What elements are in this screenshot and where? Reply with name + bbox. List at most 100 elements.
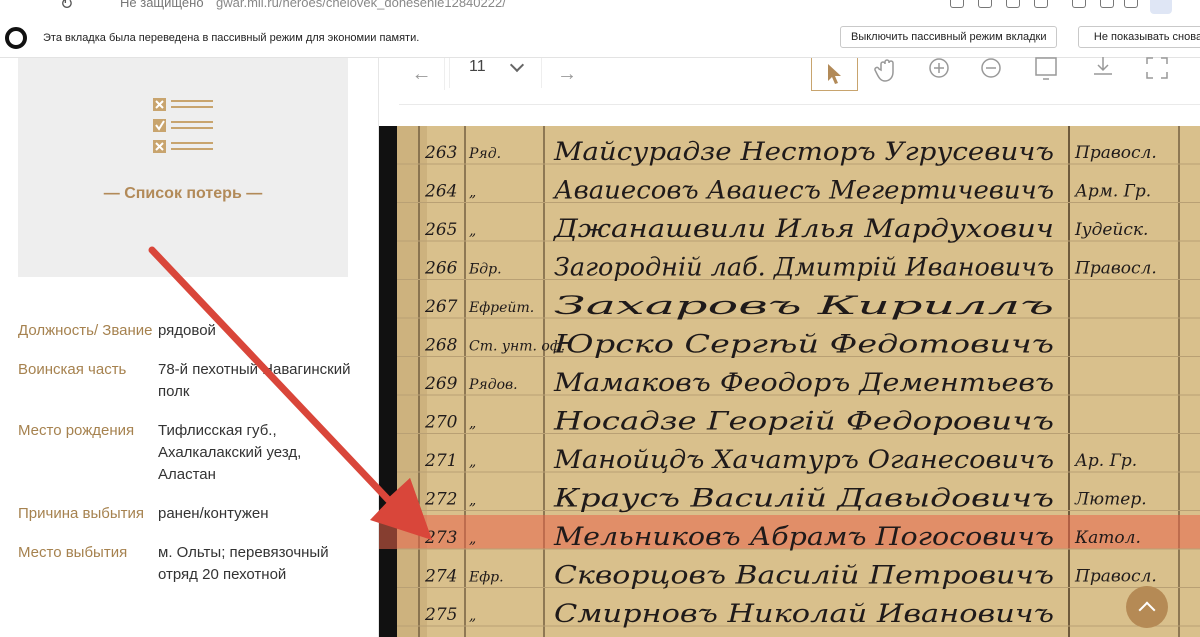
scan-row-rank: „ [469, 608, 476, 624]
scan-row-number: 265 [424, 220, 457, 240]
scan-row-name: Мамаковъ Феодоръ Дементьевъ [553, 368, 1054, 397]
scan-row-name: Аваиесовъ Аваиесъ Мегертичевичъ [552, 176, 1054, 205]
next-icon[interactable]: → [544, 58, 590, 90]
info-label: Должность/ Звание [18, 322, 153, 339]
document-viewer: ← 11 → 263 Ряд. Майсурадзе Несторъ Угрус… [378, 55, 1200, 637]
security-status[interactable]: Не защищено [120, 0, 204, 10]
scan-row-rank: Ряд. [468, 146, 501, 162]
scan-row-name: Краусъ Василій Давыдовичъ [553, 484, 1054, 513]
info-row-place: Место выбытия м. Ольты; перевязочный отр… [18, 542, 358, 586]
browser-address-strip: ↻ Не защищено gwar.mil.ru/heroes/chelove… [0, 0, 1200, 18]
toolbar-divider [399, 104, 1200, 105]
extension-icon[interactable] [1034, 0, 1048, 8]
scan-row-rank: „ [469, 416, 476, 432]
zoom-out-icon[interactable] [979, 56, 1003, 80]
scan-row-faith: Катол. [1074, 528, 1141, 548]
document-scan[interactable]: 263 Ряд. Майсурадзе Несторъ Угрусевичъ Прав… [379, 126, 1200, 637]
camera-icon[interactable] [978, 0, 992, 8]
scan-row-name: Джанашвили Илья Мардухович [553, 214, 1054, 243]
scan-row-rank: „ [469, 493, 476, 509]
viewer-toolbar: ← 11 → [379, 55, 1200, 104]
scan-row-rank: Рядов. [468, 377, 518, 393]
scan-row-number: 274 [424, 567, 457, 587]
info-value: Тифлисская губ., Ахалкалакский уезд, Ала… [158, 422, 302, 483]
scan-row-faith: Правосл. [1074, 143, 1157, 163]
scan-row-number: 268 [424, 336, 458, 356]
scan-row-rank: Ефрейт. [468, 300, 534, 316]
zoom-in-icon[interactable] [927, 56, 951, 80]
scan-row-number: 267 [424, 297, 458, 317]
info-label: Место выбытия [18, 544, 128, 561]
loss-list-title[interactable]: — Список потерь — [18, 185, 348, 203]
bookmark-icon[interactable] [1072, 0, 1086, 8]
pointer-tool-button[interactable] [811, 58, 858, 91]
info-row-birthplace: Место рождения Тифлисская губ., Ахалкала… [18, 420, 358, 486]
scan-row-name: Юрско Сергѣй Федотовичъ [553, 330, 1054, 359]
scan-row-number: 269 [424, 374, 458, 394]
scan-row-name: Загородній лаб. Дмитрій Ивановичъ [554, 253, 1054, 282]
scan-row-name: Манойцдъ Хачатуръ Оганесовичъ [553, 445, 1054, 474]
scan-row-number: 271 [424, 451, 457, 471]
page-select[interactable]: 11 [449, 57, 542, 88]
page-number: 11 [469, 58, 486, 75]
person-info: Должность/ Звание рядовой Воинская часть… [18, 320, 358, 603]
info-label: Причина выбытия [18, 505, 144, 522]
person-panel: — Список потерь — Должность/ Звание рядо… [0, 58, 378, 637]
info-value: 78-й пехотный Навагинский полк [158, 361, 351, 400]
info-row-reason: Причина выбытия ранен/контужен [18, 503, 358, 525]
scan-row-rank: Ефр. [468, 570, 504, 586]
reload-icon[interactable]: ↻ [60, 0, 73, 14]
notice-message: Эта вкладка была переведена в пассивный … [43, 32, 420, 44]
share-icon[interactable] [950, 0, 964, 8]
scan-row-name: Захаровъ Кириллъ [554, 291, 1054, 320]
info-row-rank: Должность/ Звание рядовой [18, 320, 358, 342]
dont-show-again-button[interactable]: Не показывать снова [1078, 26, 1200, 48]
info-value: м. Ольты; перевязочный отряд 20 пехотной [158, 544, 329, 583]
scan-row-number: 263 [424, 143, 457, 163]
scan-row-faith: Іудейск. [1074, 220, 1148, 240]
scan-row-number: 270 [424, 413, 458, 433]
download-browser-icon[interactable] [1100, 0, 1114, 8]
scan-row-number: 266 [424, 259, 458, 279]
download-icon[interactable] [1091, 55, 1115, 81]
scan-row-number: 264 [424, 182, 457, 202]
scan-row-name: Носадзе Георгій Федоровичъ [553, 407, 1054, 436]
chevron-down-icon [509, 57, 525, 73]
scan-row-faith: Правосл. [1074, 567, 1157, 587]
info-label: Место рождения [18, 422, 135, 439]
scan-row-rank: „ [469, 223, 476, 239]
disable-passive-mode-button[interactable]: Выключить пассивный режим вкладки [840, 26, 1058, 48]
hand-icon[interactable] [874, 56, 902, 84]
scan-row-faith: Правосл. [1074, 259, 1157, 279]
shield-icon[interactable] [1006, 0, 1020, 8]
scan-row-number: 272 [424, 490, 457, 510]
scan-binding-edge [379, 126, 397, 637]
info-row-unit: Воинская часть 78-й пехотный Навагинский… [18, 359, 358, 403]
scan-row-number: 275 [424, 605, 457, 625]
info-value: ранен/контужен [158, 505, 269, 522]
fullscreen-icon[interactable] [1144, 55, 1170, 81]
scan-row-name: Мельниковъ Абрамъ Погосовичъ [553, 522, 1054, 551]
info-label: Воинская часть [18, 361, 127, 378]
scroll-to-top-button[interactable] [1126, 586, 1168, 628]
frame-icon[interactable] [1034, 56, 1060, 82]
loss-list-card[interactable]: — Список потерь — [18, 58, 348, 277]
prev-icon[interactable]: ← [399, 58, 445, 90]
passive-mode-notice: Эта вкладка была переведена в пассивный … [0, 18, 1200, 58]
pointer-icon [827, 64, 841, 84]
scan-row-faith: Ар. Гр. [1074, 451, 1137, 471]
scan-row-faith: Лютер. [1074, 490, 1147, 510]
scan-row-rank: „ [469, 454, 476, 470]
scan-row-name: Скворцовъ Василій Петровичъ [554, 561, 1054, 590]
scan-row-rank: „ [469, 185, 476, 201]
address-bar-url[interactable]: gwar.mil.ru/heroes/chelovek_donesenie128… [216, 0, 506, 10]
scan-row-rank: Бдр. [468, 262, 502, 278]
profile-icon[interactable] [1150, 0, 1172, 14]
info-value: рядовой [158, 322, 216, 339]
menu-icon[interactable] [1124, 0, 1138, 8]
scan-row-name: Майсурадзе Несторъ Угрусевичъ [553, 137, 1054, 166]
chevron-up-icon [1138, 601, 1156, 619]
scan-row-number: 273 [424, 528, 457, 548]
scan-row-rank: Ст. унт. оф. [469, 339, 565, 355]
opera-logo-icon [5, 27, 27, 49]
